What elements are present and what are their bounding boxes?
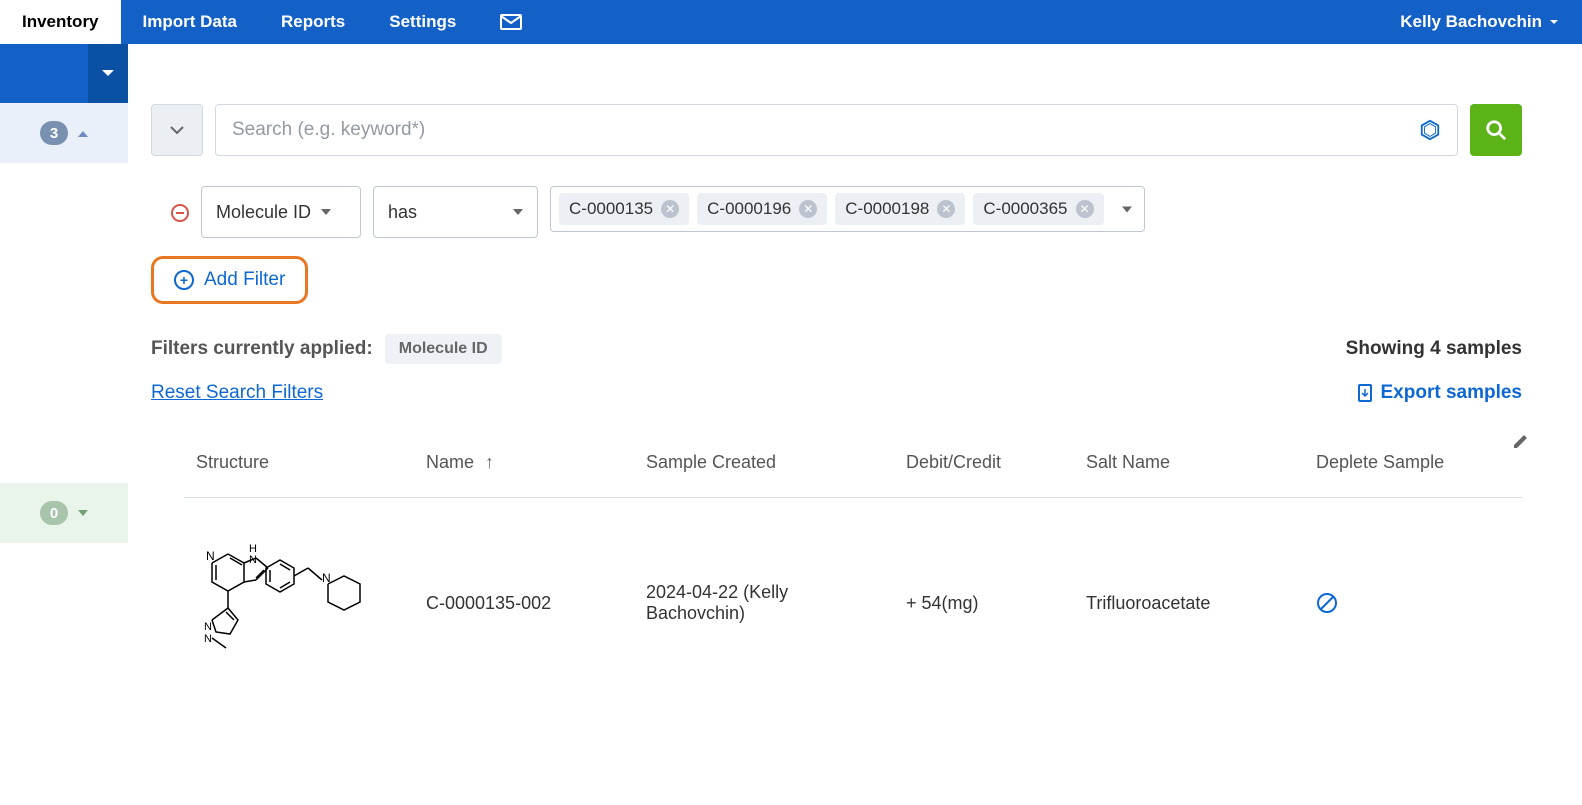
user-name: Kelly Bachovchin — [1400, 12, 1542, 32]
user-menu[interactable]: Kelly Bachovchin — [1376, 0, 1582, 44]
export-samples-link[interactable]: Export samples — [1357, 382, 1523, 404]
caret-up-icon — [78, 126, 88, 140]
reset-filters-link[interactable]: Reset Search Filters — [151, 382, 323, 404]
search-input-wrap — [215, 104, 1458, 156]
col-structure[interactable]: Structure — [184, 440, 414, 498]
sidebar-green-count-row[interactable]: 0 — [0, 483, 128, 543]
cell-structure: N H N — [184, 498, 414, 681]
deplete-sample-button[interactable] — [1316, 592, 1338, 612]
filter-chip-label: C-0000196 — [707, 199, 791, 219]
main-content: Molecule ID has C-0000135 ✕ C-0000196 ✕ … — [151, 44, 1582, 720]
export-icon — [1357, 384, 1373, 402]
left-sidebar: 3 0 — [0, 44, 128, 543]
remove-filter-button[interactable] — [171, 204, 189, 222]
search-collapse-toggle[interactable] — [151, 104, 203, 156]
filter-chip: C-0000198 ✕ — [835, 193, 965, 225]
filter-chip: C-0000135 ✕ — [559, 193, 689, 225]
filter-operator-select[interactable]: has — [373, 186, 538, 238]
nav-tab-reports[interactable]: Reports — [259, 0, 367, 44]
results-table: Structure Name ↑ Sample Created Debit/Cr… — [184, 440, 1522, 680]
results-table-wrap: Structure Name ↑ Sample Created Debit/Cr… — [184, 440, 1522, 680]
edit-columns-button[interactable] — [1512, 432, 1530, 450]
chevron-down-icon — [169, 125, 185, 135]
sidebar-green-badge: 0 — [40, 501, 68, 525]
svg-text:N: N — [206, 549, 215, 563]
filter-chip: C-0000196 ✕ — [697, 193, 827, 225]
chip-remove-icon[interactable]: ✕ — [1076, 200, 1094, 218]
filters-applied-label: Filters currently applied: — [151, 338, 373, 360]
chevron-down-icon — [1122, 201, 1132, 218]
caret-down-icon — [78, 506, 88, 520]
filter-chip-label: C-0000198 — [845, 199, 929, 219]
add-filter-label: Add Filter — [204, 269, 285, 291]
filter-field-select[interactable]: Molecule ID — [201, 186, 361, 238]
chevron-down-icon — [321, 209, 331, 216]
sidebar-blue-block[interactable] — [0, 44, 128, 103]
cell-debit: + 54(mg) — [894, 498, 1074, 681]
sidebar-blue-count-row[interactable]: 3 — [0, 103, 128, 163]
chip-remove-icon[interactable]: ✕ — [937, 200, 955, 218]
chevron-down-icon — [1550, 18, 1558, 26]
pencil-icon — [1512, 432, 1530, 450]
top-nav: Inventory Import Data Reports Settings K… — [0, 0, 1582, 44]
caret-down-icon — [88, 44, 128, 103]
applied-filter-chip[interactable]: Molecule ID — [385, 334, 502, 364]
molecule-structure-icon: N H N — [196, 538, 396, 668]
svg-text:N: N — [204, 633, 212, 645]
nav-tab-settings[interactable]: Settings — [367, 0, 478, 44]
sidebar-blue-badge: 3 — [40, 121, 68, 145]
col-debit[interactable]: Debit/Credit — [894, 440, 1074, 498]
filter-field-value: Molecule ID — [216, 202, 311, 223]
svg-text:N: N — [204, 621, 212, 633]
filter-operator-value: has — [388, 202, 417, 223]
col-name-label: Name — [426, 452, 474, 472]
col-name[interactable]: Name ↑ — [414, 440, 634, 498]
search-button[interactable] — [1470, 104, 1522, 156]
filter-values-input[interactable]: C-0000135 ✕ C-0000196 ✕ C-0000198 ✕ C-00… — [550, 186, 1145, 232]
table-row[interactable]: N H N — [184, 498, 1522, 681]
minus-circle-icon — [171, 204, 189, 222]
cell-name: C-0000135-002 — [414, 498, 634, 681]
filter-row: Molecule ID has C-0000135 ✕ C-0000196 ✕ … — [171, 186, 1522, 238]
add-filter-button[interactable]: + Add Filter — [151, 256, 308, 304]
col-salt[interactable]: Salt Name — [1074, 440, 1304, 498]
cell-created: 2024-04-22 (Kelly Bachovchin) — [634, 498, 894, 681]
filter-chip-label: C-0000365 — [983, 199, 1067, 219]
structure-search-icon[interactable] — [1419, 119, 1441, 141]
col-created[interactable]: Sample Created — [634, 440, 894, 498]
col-deplete[interactable]: Deplete Sample — [1304, 440, 1522, 498]
chevron-down-icon — [513, 209, 523, 216]
filter-chip-label: C-0000135 — [569, 199, 653, 219]
search-icon — [1485, 119, 1507, 141]
nav-tab-import-data[interactable]: Import Data — [121, 0, 259, 44]
export-label: Export samples — [1381, 382, 1523, 404]
reset-export-row: Reset Search Filters Export samples — [151, 382, 1522, 404]
plus-circle-icon: + — [174, 270, 194, 290]
search-input[interactable] — [232, 119, 1407, 141]
filter-chip: C-0000365 ✕ — [973, 193, 1103, 225]
chip-remove-icon[interactable]: ✕ — [661, 200, 679, 218]
applied-filters-row: Filters currently applied: Molecule ID S… — [151, 334, 1522, 364]
nav-tab-inventory[interactable]: Inventory — [0, 0, 121, 44]
cell-deplete — [1304, 498, 1522, 681]
sort-asc-icon: ↑ — [485, 452, 494, 472]
search-row — [151, 104, 1522, 156]
showing-count: Showing 4 samples — [1346, 338, 1522, 360]
chip-remove-icon[interactable]: ✕ — [799, 200, 817, 218]
mail-icon[interactable] — [478, 0, 544, 44]
cell-salt: Trifluoroacetate — [1074, 498, 1304, 681]
